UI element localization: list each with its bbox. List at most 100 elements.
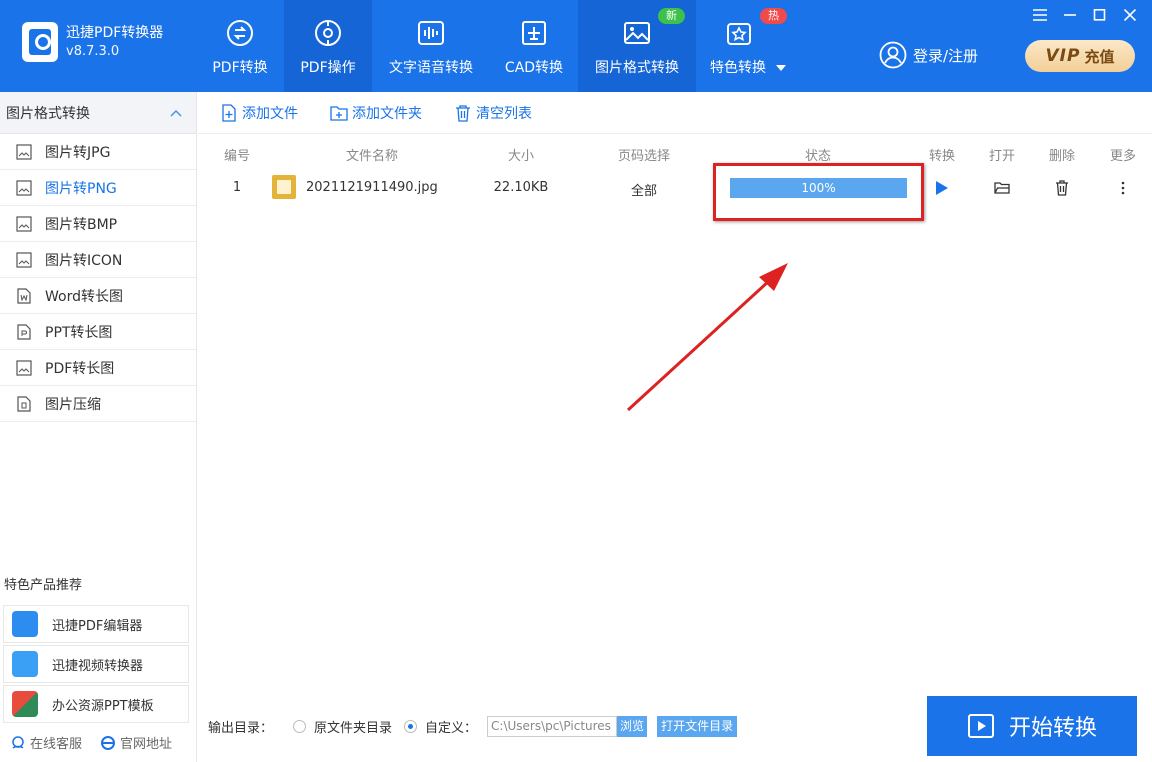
tab-special-convert[interactable]: 热 特色转换 — [696, 0, 796, 92]
sidebar-item-ppt-long[interactable]: PPT转长图 — [0, 314, 196, 350]
chevron-down-icon — [776, 65, 786, 71]
recommend-title: 特色产品推荐 — [4, 574, 82, 593]
window-controls — [1024, 6, 1144, 24]
clear-list-button[interactable]: 清空列表 — [454, 103, 532, 123]
recommend-video-converter[interactable]: 迅捷视频转换器 — [3, 645, 189, 683]
voice-icon — [416, 18, 446, 48]
column-delete: 删除 — [1049, 145, 1075, 164]
radio-custom-folder[interactable] — [404, 720, 417, 733]
recommend-label: 迅捷PDF编辑器 — [52, 615, 142, 634]
image-file-icon — [16, 360, 32, 376]
sidebar-item-label: 图片转PNG — [45, 178, 117, 198]
add-file-icon — [220, 104, 238, 122]
tab-pdf-convert[interactable]: PDF转换 — [196, 0, 284, 92]
play-icon[interactable] — [933, 179, 951, 197]
compress-file-icon — [16, 396, 32, 412]
minimize-icon[interactable] — [1056, 6, 1084, 24]
new-badge: 新 — [658, 8, 685, 24]
sidebar-item-png[interactable]: 图片转PNG — [0, 170, 196, 206]
ppt-template-icon — [12, 691, 38, 717]
login-button[interactable]: 登录/注册 — [879, 41, 978, 69]
tab-voice-convert[interactable]: 文字语音转换 — [372, 0, 490, 92]
video-converter-icon — [12, 651, 38, 677]
file-table-header: 编号 文件名称 大小 页码选择 状态 转换 打开 删除 更多 — [198, 142, 1152, 164]
tab-label: PDF操作 — [300, 57, 355, 77]
option-original-label: 原文件夹目录 — [314, 717, 392, 736]
row-pages[interactable]: 全部 — [631, 180, 657, 199]
special-icon — [724, 18, 754, 48]
delete-icon[interactable] — [1053, 179, 1071, 197]
sidebar-item-label: 图片转BMP — [45, 214, 117, 234]
sidebar-item-label: 图片转ICON — [45, 250, 122, 270]
radio-original-folder[interactable] — [293, 720, 306, 733]
image-file-icon — [16, 144, 32, 160]
sidebar-item-label: PPT转长图 — [45, 322, 112, 342]
sidebar-item-pdf-long[interactable]: PDF转长图 — [0, 350, 196, 386]
add-file-button[interactable]: 添加文件 — [220, 103, 298, 123]
start-convert-button[interactable]: 开始转换 — [927, 696, 1137, 756]
website-link[interactable]: 官网地址 — [100, 733, 172, 752]
recommend-label: 迅捷视频转换器 — [52, 655, 143, 674]
tab-image-convert[interactable]: 新 图片格式转换 — [578, 0, 696, 92]
vip-action-label: 充值 — [1084, 46, 1114, 67]
tab-label: 文字语音转换 — [389, 57, 473, 77]
sidebar-header[interactable]: 图片格式转换 — [0, 92, 196, 134]
tab-label: PDF转换 — [212, 57, 267, 77]
menu-icon[interactable] — [1026, 6, 1054, 24]
tab-pdf-operate[interactable]: PDF操作 — [284, 0, 372, 92]
sidebar-item-label: Word转长图 — [45, 286, 123, 306]
word-file-icon — [16, 288, 32, 304]
app-brand: 迅捷PDF转换器 v8.7.3.0 — [22, 22, 163, 62]
trash-icon — [454, 104, 472, 122]
online-service-label: 在线客服 — [30, 733, 82, 752]
toolbar: 添加文件 添加文件夹 清空列表 — [198, 92, 1152, 134]
add-folder-label: 添加文件夹 — [352, 103, 422, 123]
folder-open-icon[interactable] — [993, 179, 1011, 197]
recommend-pdf-editor[interactable]: 迅捷PDF编辑器 — [3, 605, 189, 643]
annotation-arrow — [620, 255, 800, 420]
maximize-icon[interactable] — [1086, 6, 1114, 24]
recommend-ppt-template[interactable]: 办公资源PPT模板 — [3, 685, 189, 723]
top-header: 迅捷PDF转换器 v8.7.3.0 PDF转换 PDF操作 文字语音转换 — [0, 0, 1152, 92]
headset-icon — [10, 735, 26, 751]
image-file-icon — [16, 180, 32, 196]
output-path-field[interactable]: C:\Users\pc\Pictures — [487, 716, 617, 737]
highlight-box — [713, 163, 924, 221]
add-file-label: 添加文件 — [242, 103, 298, 123]
browse-button[interactable]: 浏览 — [617, 716, 647, 737]
sidebar-item-jpg[interactable]: 图片转JPG — [0, 134, 196, 170]
column-index: 编号 — [224, 145, 250, 164]
image-file-icon — [16, 216, 32, 232]
clear-list-label: 清空列表 — [476, 103, 532, 123]
add-folder-button[interactable]: 添加文件夹 — [330, 103, 422, 123]
more-icon[interactable] — [1114, 179, 1132, 197]
cad-icon — [519, 18, 549, 48]
sidebar-item-compress[interactable]: 图片压缩 — [0, 386, 196, 422]
table-row[interactable]: 1 2021121911490.jpg 22.10KB 全部 100% — [198, 170, 1152, 206]
recommend-label: 办公资源PPT模板 — [52, 695, 154, 714]
online-service-link[interactable]: 在线客服 — [10, 733, 82, 752]
column-status: 状态 — [805, 145, 831, 164]
main-nav: PDF转换 PDF操作 文字语音转换 CAD转换 新 图片格式转换 — [196, 0, 796, 92]
option-custom-label: 自定义： — [425, 717, 477, 736]
play-icon — [967, 712, 995, 740]
close-icon[interactable] — [1116, 6, 1144, 24]
sidebar-item-icon[interactable]: 图片转ICON — [0, 242, 196, 278]
output-settings: 输出目录： 原文件夹目录 自定义： C:\Users\pc\Pictures 浏… — [208, 715, 737, 737]
column-filename: 文件名称 — [346, 145, 398, 164]
website-label: 官网地址 — [120, 733, 172, 752]
vip-recharge-button[interactable]: VIP 充值 — [1025, 40, 1135, 72]
sidebar-item-bmp[interactable]: 图片转BMP — [0, 206, 196, 242]
open-folder-button[interactable]: 打开文件目录 — [657, 716, 737, 737]
sidebar-item-label: PDF转长图 — [45, 358, 114, 378]
pdf-editor-icon — [12, 611, 38, 637]
tab-cad-convert[interactable]: CAD转换 — [490, 0, 578, 92]
image-file-icon — [16, 252, 32, 268]
sidebar-item-word-long[interactable]: Word转长图 — [0, 278, 196, 314]
hot-badge: 热 — [760, 8, 787, 24]
pdf-convert-icon — [225, 18, 255, 48]
browser-icon — [100, 735, 116, 751]
vip-label: VIP — [1046, 46, 1081, 66]
tab-label: 图片格式转换 — [595, 57, 679, 77]
image-icon — [622, 18, 652, 48]
